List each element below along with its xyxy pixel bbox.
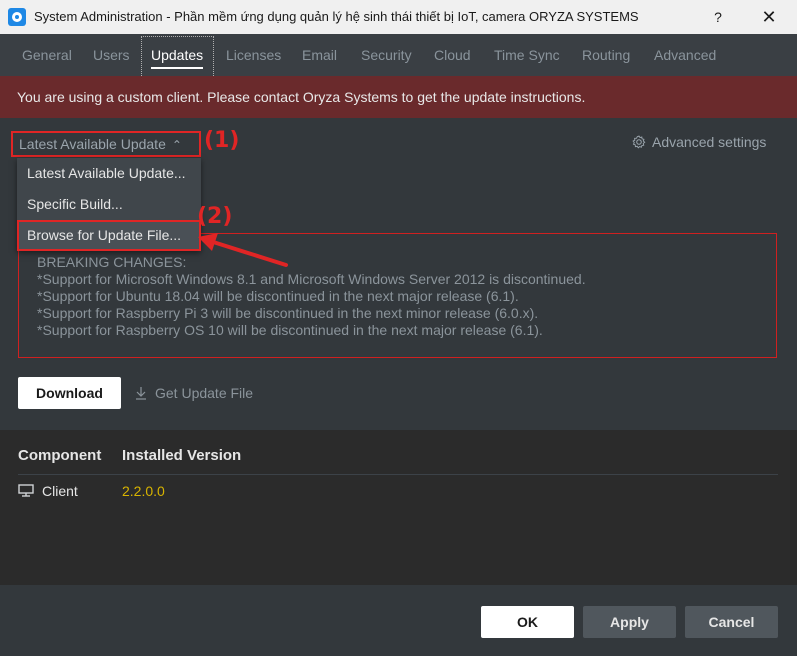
get-update-file-label: Get Update File <box>155 385 254 401</box>
update-source-selected: Latest Available Update <box>19 136 166 152</box>
release-notes-text: BREAKING CHANGES: *Support for Microsoft… <box>37 254 586 338</box>
menu-item-latest-update[interactable]: Latest Available Update... <box>17 158 201 188</box>
custom-client-banner: You are using a custom client. Please co… <box>0 76 797 118</box>
components-table <box>0 430 797 585</box>
update-source-menu: Latest Available Update... Specific Buil… <box>17 158 201 251</box>
release-notes-box: BREAKING CHANGES: *Support for Microsoft… <box>18 233 777 358</box>
menu-item-specific-build[interactable]: Specific Build... <box>17 189 201 219</box>
close-button[interactable]: ✕ <box>756 6 782 28</box>
tab-cloud[interactable]: Cloud <box>434 34 471 76</box>
dialog-footer <box>0 585 797 656</box>
tab-users[interactable]: Users <box>93 34 130 76</box>
installed-version-value: 2.2.0.0 <box>122 483 165 499</box>
update-source-dropdown[interactable]: Latest Available Update ⌃ <box>11 131 201 157</box>
table-divider <box>18 474 778 475</box>
download-button[interactable]: Download <box>18 377 121 409</box>
tab-advanced[interactable]: Advanced <box>654 34 716 76</box>
column-header-component: Component <box>18 447 102 464</box>
tab-security[interactable]: Security <box>361 34 412 76</box>
download-icon <box>136 387 146 400</box>
tab-time-sync[interactable]: Time Sync <box>494 34 560 76</box>
gear-icon <box>632 135 646 149</box>
window-title: System Administration - Phần mềm ứng dụn… <box>34 9 639 24</box>
advanced-settings-link[interactable]: Advanced settings <box>632 134 766 150</box>
component-name: Client <box>42 483 78 499</box>
get-update-file-link[interactable]: Get Update File <box>135 385 253 401</box>
column-header-installed-version: Installed Version <box>122 447 242 464</box>
help-button[interactable]: ? <box>706 6 730 28</box>
apply-button[interactable]: Apply <box>583 606 676 638</box>
ok-button[interactable]: OK <box>481 606 574 638</box>
chevron-up-icon: ⌃ <box>171 138 182 152</box>
cancel-button[interactable]: Cancel <box>685 606 778 638</box>
tab-bar: General Users Updates Licenses Email Sec… <box>0 34 797 76</box>
tab-general[interactable]: General <box>22 34 72 76</box>
tab-routing[interactable]: Routing <box>582 34 630 76</box>
advanced-settings-label: Advanced settings <box>652 134 767 150</box>
tab-licenses[interactable]: Licenses <box>226 34 281 76</box>
monitor-icon <box>18 484 34 497</box>
app-icon <box>8 8 26 26</box>
annotation-label-1: (1) <box>204 128 240 153</box>
menu-item-browse-update-file[interactable]: Browse for Update File... <box>17 220 201 251</box>
tab-updates[interactable]: Updates <box>151 34 204 76</box>
annotation-label-2: (2) <box>197 204 233 229</box>
tab-email[interactable]: Email <box>302 34 337 76</box>
table-row-client-name: Client <box>18 483 78 499</box>
title-bar: System Administration - Phần mềm ứng dụn… <box>0 0 797 34</box>
